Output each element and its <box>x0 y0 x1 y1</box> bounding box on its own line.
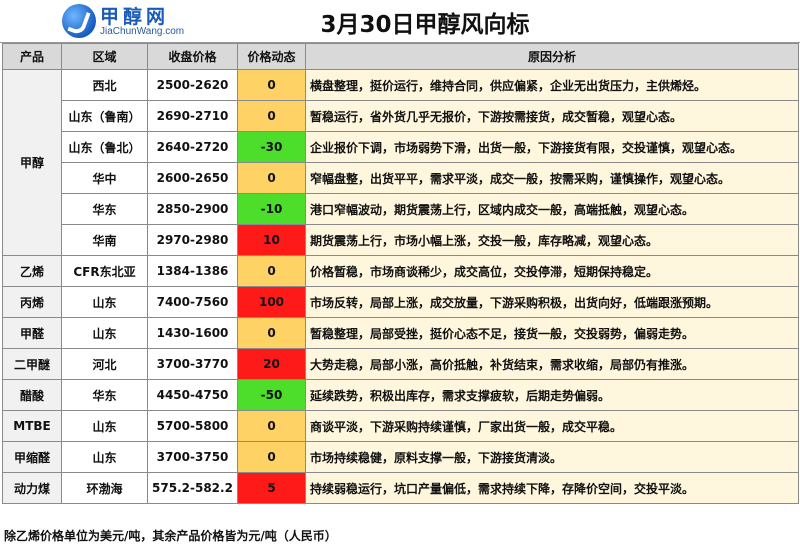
price-cell: 3700-3770 <box>147 348 238 380</box>
price-cell: 5700-5800 <box>147 410 238 442</box>
region-cell: 华南 <box>61 224 148 256</box>
table-row: 华南 2970-2980 10 期货震荡上行，市场小幅上涨，交投一般，库存略减，… <box>3 224 799 256</box>
footnote: 除乙烯价格单位为美元/吨，其余产品价格皆为元/吨（人民币） <box>4 529 337 543</box>
price-cell: 2850-2900 <box>147 193 238 225</box>
reason-cell: 持续弱稳运行，坑口产量偏低，需求持续下降，存降价空间，交投平淡。 <box>305 472 799 504</box>
product-cell: 丙烯 <box>2 286 62 318</box>
price-cell: 1384-1386 <box>147 255 238 287</box>
table-row: 山东（鲁北） 2640-2720 -30 企业报价下调，市场弱势下滑，出货一般，… <box>3 131 799 163</box>
region-cell: 山东 <box>61 286 148 318</box>
page-title: 3月30日甲醇风向标 <box>320 12 530 38</box>
table-row: 醋酸 华东 4450-4750 -50 延续跌势，积极出库存，需求支撑疲软，后期… <box>2 379 799 411</box>
change-cell: 0 <box>237 100 306 132</box>
reason-cell: 市场反转，局部上涨，成交放量，下游采购积极，出货向好，低端跟涨预期。 <box>305 286 799 318</box>
change-cell: 0 <box>237 162 306 194</box>
reason-cell: 价格暂稳，市场商谈稀少，成交高位，交投停滞，短期保持稳定。 <box>305 255 799 287</box>
table-row: 华东 2850-2900 -10 港口窄幅波动，期货震荡上行，区域内成交一般，高… <box>3 193 799 225</box>
change-cell: 0 <box>237 410 306 442</box>
header-reason: 原因分析 <box>305 43 799 70</box>
reason-cell: 港口窄幅波动，期货震荡上行，区域内成交一般，高端抵触，观望心态。 <box>305 193 799 225</box>
product-cell: MTBE <box>2 410 62 442</box>
reason-cell: 商谈平淡，下游采购持续谨慎，厂家出货一般，成交平稳。 <box>305 410 799 442</box>
table-row: 甲醛 山东 1430-1600 0 暂稳整理，局部受挫，挺价心态不足，接货一般，… <box>2 317 799 349</box>
region-cell: 山东 <box>61 410 148 442</box>
table-row: MTBE 山东 5700-5800 0 商谈平淡，下游采购持续谨慎，厂家出货一般… <box>2 410 799 442</box>
reason-cell: 企业报价下调，市场弱势下滑，出货一般，下游接货有限，交投谨慎，观望心态。 <box>305 131 799 163</box>
table-row: 动力煤 环渤海 575.2-582.2 5 持续弱稳运行，坑口产量偏低，需求持续… <box>2 472 799 504</box>
change-cell: 0 <box>237 441 306 473</box>
change-cell: 10 <box>237 224 306 256</box>
region-cell: CFR东北亚 <box>61 255 148 287</box>
change-cell: 20 <box>237 348 306 380</box>
reason-cell: 窄幅盘整，出货平平，需求平淡，成交一般，按需采购，谨慎操作，观望心态。 <box>305 162 799 194</box>
table-row: 甲缩醛 山东 3700-3750 0 市场持续稳健，原料支撑一般，下游接货清淡。 <box>2 441 799 473</box>
price-cell: 2500-2620 <box>147 69 238 101</box>
change-cell: 100 <box>237 286 306 318</box>
reason-cell: 暂稳整理，局部受挫，挺价心态不足，接货一般，交投弱势，偏弱走势。 <box>305 317 799 349</box>
header-price: 收盘价格 <box>147 43 238 70</box>
region-cell: 山东 <box>61 317 148 349</box>
price-table: 产品 区域 收盘价格 价格动态 原因分析 甲醇 西北 2500-2620 0 横… <box>2 43 799 504</box>
change-cell: -10 <box>237 193 306 225</box>
table-row: 华中 2600-2650 0 窄幅盘整，出货平平，需求平淡，成交一般，按需采购，… <box>3 162 799 194</box>
price-cell: 2600-2650 <box>147 162 238 194</box>
header-region: 区域 <box>61 43 148 70</box>
table-row: 丙烯 山东 7400-7560 100 市场反转，局部上涨，成交放量，下游采购积… <box>2 286 799 318</box>
table-row: 甲醇 西北 2500-2620 0 横盘整理，挺价运行，维持合同，供应偏紧，企业… <box>2 69 799 256</box>
reason-cell: 期货震荡上行，市场小幅上涨，交投一般，库存略减，观望心态。 <box>305 224 799 256</box>
reason-cell: 延续跌势，积极出库存，需求支撑疲软，后期走势偏弱。 <box>305 379 799 411</box>
region-cell: 西北 <box>61 69 148 101</box>
region-cell: 华中 <box>61 162 148 194</box>
region-cell: 环渤海 <box>61 472 148 504</box>
reason-cell: 市场持续稳健，原料支撑一般，下游接货清淡。 <box>305 441 799 473</box>
table-row: 乙烯 CFR东北亚 1384-1386 0 价格暂稳，市场商谈稀少，成交高位，交… <box>2 255 799 287</box>
price-cell: 1430-1600 <box>147 317 238 349</box>
header-product: 产品 <box>2 43 62 70</box>
region-cell: 河北 <box>61 348 148 380</box>
price-cell: 575.2-582.2 <box>147 472 238 504</box>
table-header-row: 产品 区域 收盘价格 价格动态 原因分析 <box>2 43 799 70</box>
wind-vane-sheet: 甲醇网 甲醇网 甲醇网 甲醇网 JiaChunWang.com 3月30日甲醇风… <box>0 0 800 547</box>
change-cell: -50 <box>237 379 306 411</box>
region-cell: 山东（鲁北） <box>61 131 148 163</box>
region-cell: 山东 <box>61 441 148 473</box>
region-cell: 华东 <box>61 379 148 411</box>
reason-cell: 横盘整理，挺价运行，维持合同，供应偏紧，企业无出货压力，主供烯烃。 <box>305 69 799 101</box>
price-cell: 4450-4750 <box>147 379 238 411</box>
product-cell: 醋酸 <box>2 379 62 411</box>
change-cell: 5 <box>237 472 306 504</box>
change-cell: 0 <box>237 255 306 287</box>
region-cell: 山东（鲁南） <box>61 100 148 132</box>
product-cell: 二甲醚 <box>2 348 62 380</box>
table-row: 二甲醚 河北 3700-3770 20 大势走稳，局部小涨，高价抵触，补货结束，… <box>2 348 799 380</box>
price-cell: 7400-7560 <box>147 286 238 318</box>
price-cell: 3700-3750 <box>147 441 238 473</box>
product-cell: 甲醇 <box>2 69 62 256</box>
product-cell: 乙烯 <box>2 255 62 287</box>
reason-cell: 暂稳运行，省外货几乎无报价，下游按需接货，成交暂稳，观望心态。 <box>305 100 799 132</box>
change-cell: 0 <box>237 69 306 101</box>
change-cell: 0 <box>237 317 306 349</box>
price-cell: 2970-2980 <box>147 224 238 256</box>
header-change: 价格动态 <box>237 43 306 70</box>
product-cell: 甲缩醛 <box>2 441 62 473</box>
region-cell: 华东 <box>61 193 148 225</box>
table-row: 山东（鲁南） 2690-2710 0 暂稳运行，省外货几乎无报价，下游按需接货，… <box>3 100 799 132</box>
title-bar: 甲醇网 JiaChunWang.com 3月30日甲醇风向标 <box>0 0 800 43</box>
product-cell: 动力煤 <box>2 472 62 504</box>
change-cell: -30 <box>237 131 306 163</box>
reason-cell: 大势走稳，局部小涨，高价抵触，补货结束，需求收缩，局部仍有推涨。 <box>305 348 799 380</box>
price-cell: 2690-2710 <box>147 100 238 132</box>
price-cell: 2640-2720 <box>147 131 238 163</box>
product-cell: 甲醛 <box>2 317 62 349</box>
